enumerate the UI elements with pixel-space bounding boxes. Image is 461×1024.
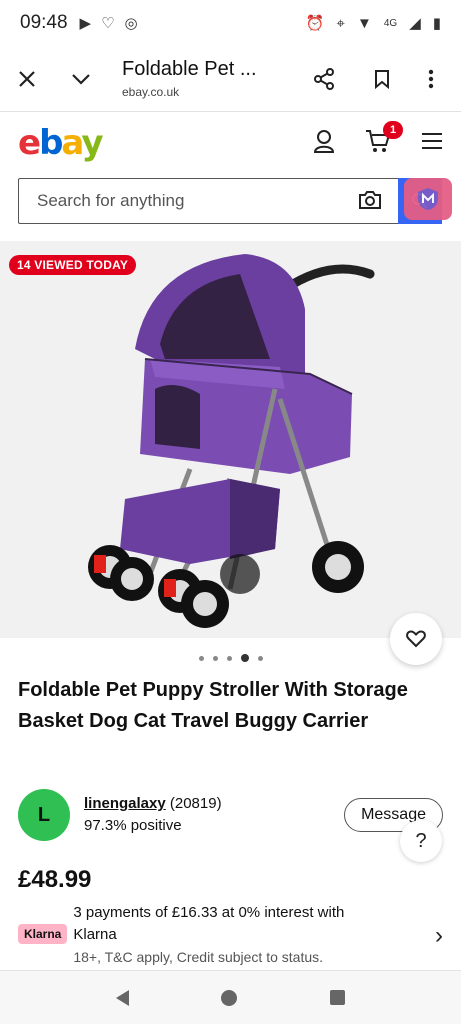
cart-button[interactable]: 1 <box>365 120 403 158</box>
menu-button[interactable] <box>421 132 443 155</box>
share-button[interactable] <box>297 52 351 106</box>
klarna-logo: Klarna <box>18 924 68 944</box>
carousel-dot[interactable] <box>212 655 218 661</box>
item-price: £48.99 <box>18 866 92 893</box>
heart-icon <box>406 630 426 648</box>
camera-icon <box>359 191 381 209</box>
recent-apps-icon[interactable] <box>329 990 345 1005</box>
klarna-terms: 18+, T&C apply, Credit subject to status… <box>73 949 324 965</box>
hamburger-menu-icon <box>422 132 442 149</box>
page-title: Foldable Pet ... <box>122 58 257 80</box>
carousel-indicators <box>0 654 461 662</box>
product-title: Foldable Pet Puppy Stroller With Storage… <box>18 679 408 732</box>
battery-icon: ▮ <box>432 15 441 32</box>
bookmark-icon <box>375 69 389 89</box>
carousel-dot[interactable] <box>198 655 204 661</box>
search-input[interactable]: Search for anything <box>18 178 398 224</box>
wifi-icon: ▼ <box>356 14 372 32</box>
status-bar: 09:48 ▶ ♡ ◎ ⏰ ⌖ ▼ 4G ◢ ▮ <box>0 0 461 46</box>
klarna-payment-row[interactable]: Klarna 3 payments of £16.33 at 0% intere… <box>18 902 443 968</box>
carousel-dot[interactable] <box>226 655 232 661</box>
browser-toolbar: Foldable Pet ... ebay.co.uk <box>0 46 461 112</box>
chevron-right-icon: › <box>435 922 443 949</box>
home-icon[interactable] <box>221 989 238 1006</box>
klarna-installments: 3 payments of £16.33 at 0% interest with… <box>73 904 345 943</box>
carousel-dot[interactable] <box>257 655 263 661</box>
close-tab-button[interactable] <box>0 52 54 106</box>
search-bar: Search for anything <box>18 178 452 224</box>
youtube-icon: ▶ <box>79 15 92 32</box>
close-icon <box>19 70 35 87</box>
cart-count-badge: 1 <box>383 120 403 139</box>
collapse-button[interactable] <box>54 52 108 106</box>
status-time: 09:48 <box>20 12 68 33</box>
seller-name-link[interactable]: linengalaxy <box>84 795 166 812</box>
system-navigation-bar <box>0 970 461 1024</box>
carousel-dot-active[interactable] <box>240 654 249 662</box>
bookmark-button[interactable] <box>355 52 409 106</box>
back-icon[interactable] <box>116 989 130 1006</box>
browser-icon: ◎ <box>124 15 138 32</box>
location-icon: ⌖ <box>336 14 345 32</box>
more-vertical-icon <box>428 69 434 88</box>
search-button[interactable] <box>398 178 452 224</box>
extension-overlay-icon[interactable] <box>404 178 452 220</box>
camera-search-button[interactable] <box>358 190 382 215</box>
seller-positive-rating: 97.3% positive <box>84 817 182 834</box>
site-header: ebay 1 <box>0 113 461 173</box>
seller-avatar[interactable]: L <box>18 789 70 841</box>
signal-icon: ◢ <box>409 15 421 32</box>
seller-feedback-count: (20819) <box>169 795 222 812</box>
page-title-block[interactable]: Foldable Pet ... ebay.co.uk <box>108 58 297 99</box>
network-type: 4G <box>383 17 398 29</box>
share-icon <box>314 67 334 90</box>
notification-icon: ♡ <box>101 15 115 32</box>
page-url: ebay.co.uk <box>122 85 180 99</box>
help-button[interactable]: ? <box>400 820 442 862</box>
alarm-icon: ⏰ <box>305 15 325 32</box>
shield-m-icon <box>418 188 438 210</box>
seller-info: L linengalaxy (20819) 97.3% positive Mes… <box>18 787 443 843</box>
account-button[interactable] <box>313 129 335 158</box>
pet-stroller-image <box>88 254 375 628</box>
product-image-carousel[interactable]: 14 VIEWED TODAY <box>0 241 461 665</box>
user-icon <box>313 129 335 153</box>
more-options-button[interactable] <box>413 52 449 106</box>
ebay-logo[interactable]: ebay <box>18 123 104 163</box>
chevron-down-icon <box>72 73 90 85</box>
search-placeholder: Search for anything <box>37 191 185 210</box>
